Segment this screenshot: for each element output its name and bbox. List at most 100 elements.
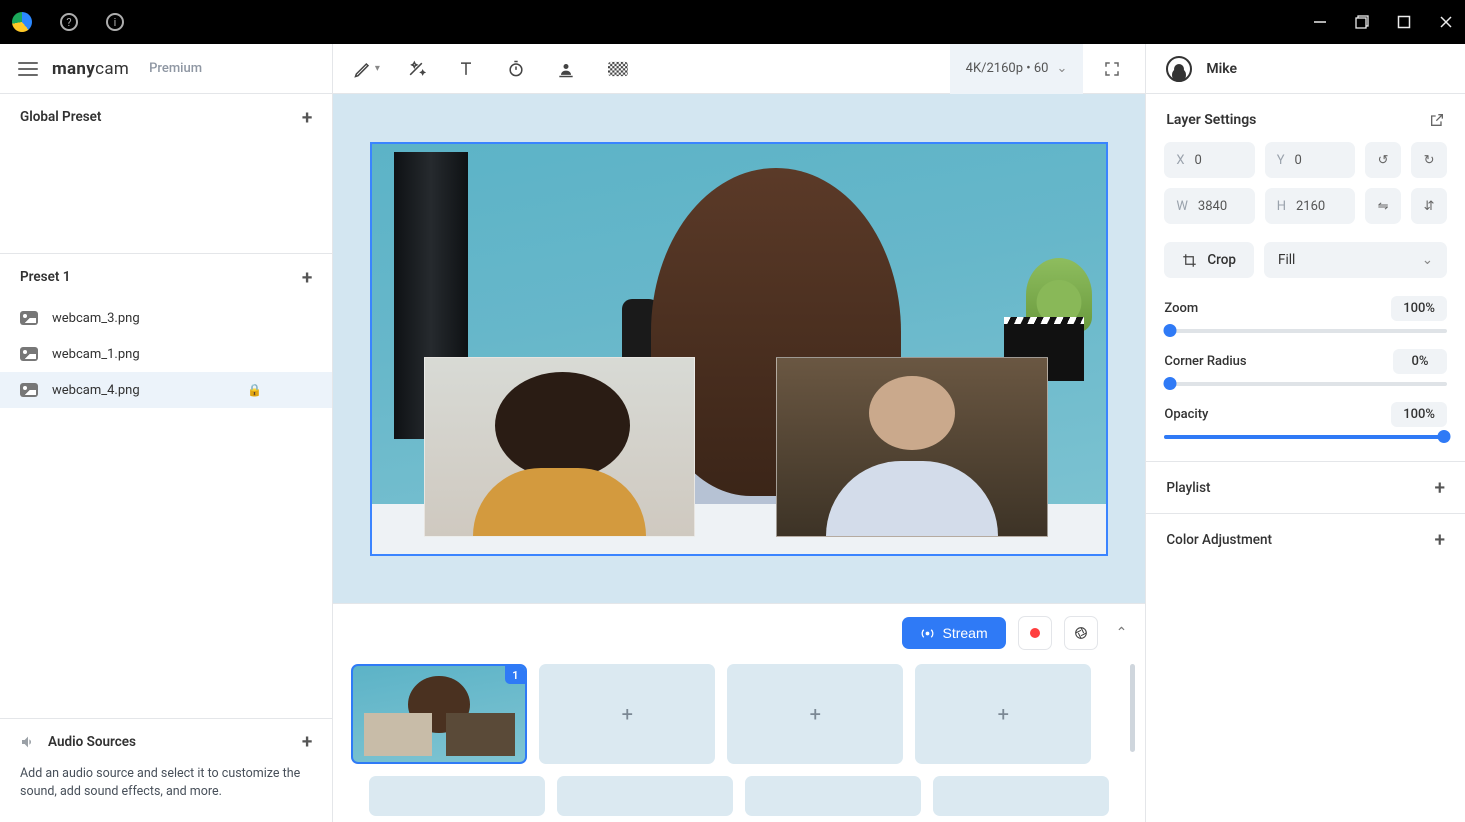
help-icon[interactable]: ? bbox=[60, 13, 78, 31]
opacity-slider[interactable] bbox=[1164, 435, 1447, 439]
preset-slot-empty[interactable]: + bbox=[727, 664, 903, 764]
preset-name-label: Preset 1 bbox=[20, 269, 70, 285]
crop-button[interactable]: Crop bbox=[1164, 242, 1254, 278]
x-input[interactable]: X0 bbox=[1164, 142, 1254, 178]
add-global-preset-button[interactable]: + bbox=[302, 108, 312, 127]
bottom-panel: Stream ⌃ 1 + + + bbox=[333, 603, 1145, 822]
collapse-button[interactable]: ⌃ bbox=[1116, 625, 1128, 641]
zoom-slider[interactable] bbox=[1164, 329, 1447, 333]
menu-icon[interactable] bbox=[18, 62, 38, 76]
add-playlist-button[interactable]: + bbox=[1434, 478, 1445, 497]
toolbar: ▾ 4K/2160p • 60 ⌄ bbox=[333, 44, 1145, 94]
image-icon bbox=[20, 311, 38, 325]
preset-item[interactable]: webcam_4.png 🔒 bbox=[0, 372, 332, 408]
slot-badge: 1 bbox=[505, 666, 525, 684]
brand-row: manycam Premium bbox=[0, 44, 332, 94]
fullscreen-button[interactable] bbox=[1091, 60, 1133, 78]
right-panel: Mike Layer Settings X0 Y0 ↺ ↻ W3840 H216… bbox=[1145, 44, 1465, 822]
chroma-key-button[interactable] bbox=[595, 51, 641, 87]
global-preset-label: Global Preset bbox=[20, 109, 101, 125]
popout-icon[interactable] bbox=[1429, 112, 1445, 128]
y-input[interactable]: Y0 bbox=[1265, 142, 1355, 178]
h-input[interactable]: H2160 bbox=[1265, 188, 1355, 224]
center-area: ▾ 4K/2160p • 60 ⌄ bbox=[333, 44, 1145, 822]
fill-select[interactable]: Fill ⌄ bbox=[1264, 242, 1447, 278]
record-button[interactable] bbox=[1018, 616, 1052, 650]
close-button[interactable] bbox=[1439, 15, 1453, 29]
effects-tool-button[interactable] bbox=[395, 51, 437, 87]
preset-item[interactable]: webcam_1.png bbox=[0, 336, 332, 372]
resolution-label: 4K/2160p • 60 bbox=[966, 61, 1049, 76]
lower-third-button[interactable] bbox=[545, 51, 587, 87]
preset-header: Preset 1 + bbox=[0, 254, 332, 300]
rotate-ccw-button[interactable]: ↺ bbox=[1365, 142, 1401, 178]
opacity-label: Opacity bbox=[1164, 407, 1208, 422]
crop-icon bbox=[1182, 253, 1197, 268]
plan-label: Premium bbox=[149, 61, 202, 76]
zoom-value: 100% bbox=[1391, 296, 1447, 321]
add-preset-item-button[interactable]: + bbox=[302, 268, 312, 287]
corner-slider[interactable] bbox=[1164, 382, 1447, 386]
restore-button[interactable] bbox=[1355, 15, 1369, 29]
layer-settings-title: Layer Settings bbox=[1166, 112, 1256, 128]
preset-item-label: webcam_1.png bbox=[52, 347, 140, 362]
opacity-value: 100% bbox=[1391, 402, 1447, 427]
playlist-section[interactable]: Playlist + bbox=[1146, 461, 1465, 513]
lock-icon: 🔒 bbox=[247, 383, 262, 397]
corner-label: Corner Radius bbox=[1164, 354, 1246, 369]
chevron-down-icon: ⌄ bbox=[1056, 61, 1067, 76]
color-section[interactable]: Color Adjustment + bbox=[1146, 513, 1465, 565]
audio-sources-header: Audio Sources + bbox=[0, 719, 332, 765]
user-name: Mike bbox=[1206, 61, 1237, 77]
audio-sources-label: Audio Sources bbox=[48, 734, 136, 750]
flip-h-button[interactable]: ⇋ bbox=[1365, 188, 1401, 224]
preset-scrollbar[interactable] bbox=[1130, 664, 1135, 752]
titlebar: ? i bbox=[0, 0, 1465, 44]
zoom-label: Zoom bbox=[1164, 301, 1198, 316]
sidebar: manycam Premium Global Preset + Preset 1… bbox=[0, 44, 333, 822]
aperture-icon bbox=[1073, 625, 1089, 641]
timer-tool-button[interactable] bbox=[495, 51, 537, 87]
w-input[interactable]: W3840 bbox=[1164, 188, 1254, 224]
brand-name: manycam bbox=[52, 59, 129, 79]
rotate-cw-button[interactable]: ↻ bbox=[1411, 142, 1447, 178]
stream-button[interactable]: Stream bbox=[902, 617, 1006, 649]
chevron-down-icon: ⌄ bbox=[1422, 252, 1433, 268]
flip-v-button[interactable]: ⇵ bbox=[1411, 188, 1447, 224]
preset-item-label: webcam_3.png bbox=[52, 311, 140, 326]
stream-label: Stream bbox=[943, 625, 988, 641]
global-preset-header: Global Preset + bbox=[0, 94, 332, 140]
broadcast-icon bbox=[920, 626, 935, 641]
draw-tool-button[interactable]: ▾ bbox=[345, 51, 387, 87]
preset-slot-partial[interactable] bbox=[745, 776, 921, 816]
corner-value: 0% bbox=[1393, 349, 1447, 374]
preset-slot-partial[interactable] bbox=[557, 776, 733, 816]
maximize-button[interactable] bbox=[1397, 15, 1411, 29]
overlay-video-1[interactable] bbox=[424, 357, 696, 537]
minimize-button[interactable] bbox=[1313, 15, 1327, 29]
preview-canvas[interactable] bbox=[370, 142, 1108, 556]
color-label: Color Adjustment bbox=[1166, 532, 1272, 548]
speaker-icon bbox=[20, 734, 36, 750]
info-icon[interactable]: i bbox=[106, 13, 124, 31]
snapshot-button[interactable] bbox=[1064, 616, 1098, 650]
add-audio-button[interactable]: + bbox=[302, 732, 312, 751]
playlist-label: Playlist bbox=[1166, 480, 1210, 496]
record-icon bbox=[1030, 628, 1040, 638]
preset-slot-empty[interactable]: + bbox=[539, 664, 715, 764]
preset-slot-partial[interactable] bbox=[369, 776, 545, 816]
preset-slot-partial[interactable] bbox=[933, 776, 1109, 816]
preset-slot-1[interactable]: 1 bbox=[351, 664, 527, 764]
add-color-button[interactable]: + bbox=[1434, 530, 1445, 549]
audio-hint: Add an audio source and select it to cus… bbox=[0, 765, 332, 803]
avatar-icon bbox=[1166, 56, 1192, 82]
preset-slot-empty[interactable]: + bbox=[915, 664, 1091, 764]
image-icon bbox=[20, 383, 38, 397]
text-tool-button[interactable] bbox=[445, 51, 487, 87]
resolution-button[interactable]: 4K/2160p • 60 ⌄ bbox=[950, 44, 1084, 94]
user-row[interactable]: Mike bbox=[1146, 44, 1465, 94]
image-icon bbox=[20, 347, 38, 361]
preset-item[interactable]: webcam_3.png bbox=[0, 300, 332, 336]
overlay-video-2[interactable] bbox=[776, 357, 1048, 537]
preset-item-label: webcam_4.png bbox=[52, 383, 140, 398]
